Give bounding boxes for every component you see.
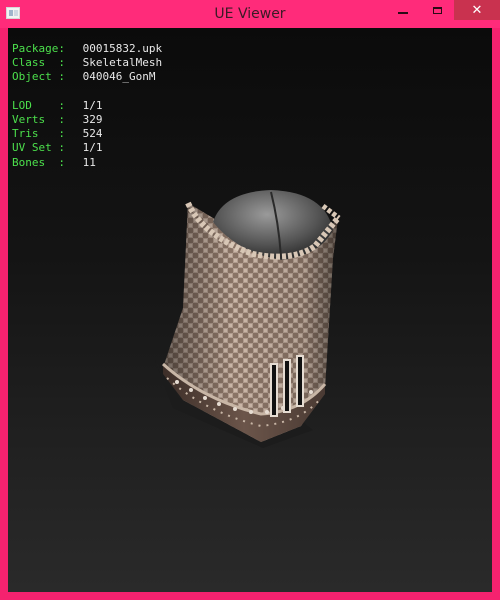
title-bar[interactable]: UE Viewer ✕ xyxy=(0,0,500,28)
info-value: 1/1 xyxy=(82,141,103,155)
info-label: Bones : xyxy=(12,155,65,169)
info-label: Class : xyxy=(12,56,65,70)
close-icon: ✕ xyxy=(471,2,483,18)
maximize-icon xyxy=(432,6,442,14)
info-label: Package: xyxy=(12,42,65,55)
info-value: 00015832.upk xyxy=(82,42,163,55)
info-row-class: Class : SkeletalMesh xyxy=(12,56,162,70)
info-label: UV Set : xyxy=(12,141,65,155)
info-value: 329 xyxy=(82,112,103,126)
info-row-uvset: UV Set : 1/1 xyxy=(12,141,162,155)
close-button[interactable]: ✕ xyxy=(454,0,500,20)
window-controls: ✕ xyxy=(386,0,500,28)
info-label: Verts : xyxy=(12,112,65,126)
info-row-bones: Bones : 11 xyxy=(12,156,162,170)
mesh-info-overlay: Package: 00015832.upk Class : SkeletalMe… xyxy=(12,42,162,170)
app-window: UE Viewer ✕ Package: 00015832.upk Class … xyxy=(0,0,500,600)
minimize-button[interactable] xyxy=(386,0,420,20)
info-row-tris: Tris : 524 xyxy=(12,127,162,141)
info-value: 524 xyxy=(82,127,103,141)
info-value: 040046_GonM xyxy=(82,70,156,84)
maximize-button[interactable] xyxy=(420,0,454,20)
info-label: Tris : xyxy=(12,127,65,141)
info-label: LOD : xyxy=(12,98,65,112)
info-value: 1/1 xyxy=(82,98,103,112)
info-row-verts: Verts : 329 xyxy=(12,113,162,127)
info-value: SkeletalMesh xyxy=(82,56,163,70)
3d-viewport[interactable]: Package: 00015832.upk Class : SkeletalMe… xyxy=(8,28,492,592)
minimize-icon xyxy=(398,11,408,14)
info-row-package: Package: 00015832.upk xyxy=(12,42,162,56)
info-row-object: Object : 040046_GonM xyxy=(12,70,162,84)
info-label: Object : xyxy=(12,70,65,84)
info-row-lod: LOD : 1/1 xyxy=(12,99,162,113)
info-value: 11 xyxy=(82,155,96,169)
mesh-render[interactable] xyxy=(143,188,363,488)
